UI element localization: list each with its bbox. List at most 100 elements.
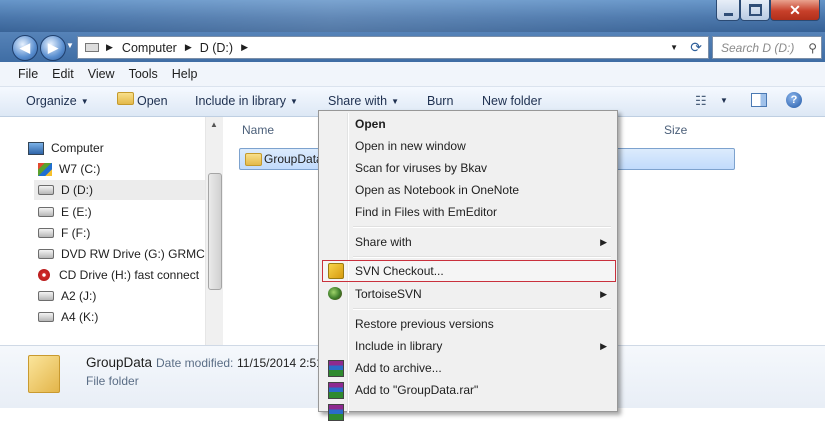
- refresh-icon[interactable]: ⟳: [690, 39, 702, 56]
- menu-item-add-rar[interactable]: Add to "GroupData.rar": [321, 379, 615, 401]
- nav-drive-k[interactable]: A4 (K:): [38, 307, 98, 327]
- window-title-bar[interactable]: ✕: [0, 0, 825, 32]
- menu-item-include-library[interactable]: Include in library ▶: [321, 335, 615, 357]
- view-options-icon[interactable]: ☷: [695, 93, 707, 109]
- removable-drive-icon: [38, 291, 54, 301]
- arrow-right-icon: ▶: [48, 40, 58, 55]
- help-icon[interactable]: ?: [786, 92, 802, 108]
- drive-breadcrumb-icon: [85, 43, 99, 52]
- nav-drive-label: A2 (J:): [61, 289, 97, 303]
- address-bar[interactable]: ▶ Computer ▶ D (D:) ▶ ▼ ⟳: [77, 36, 709, 59]
- view-dropdown-icon[interactable]: ▼: [720, 96, 728, 105]
- column-header-size[interactable]: Size: [664, 123, 687, 137]
- menu-item-label: Add to "GroupData.rar": [355, 383, 479, 397]
- column-header-name[interactable]: Name: [242, 123, 274, 137]
- forward-button[interactable]: ▶: [40, 35, 66, 61]
- menu-item-scan-viruses[interactable]: Scan for viruses by Bkav: [321, 157, 615, 179]
- menu-item-tortoisesvn[interactable]: TortoiseSVN ▶: [321, 283, 615, 305]
- nav-drive-e[interactable]: E (E:): [38, 202, 92, 222]
- menu-item-label: Find in Files with EmEditor: [355, 205, 498, 219]
- nav-drive-j[interactable]: A2 (J:): [38, 286, 96, 306]
- nav-drive-label: W7 (C:): [59, 162, 101, 176]
- menu-separator: [353, 226, 611, 228]
- scroll-up-icon[interactable]: ▲: [210, 120, 218, 129]
- svn-checkout-icon: [328, 263, 344, 279]
- minimize-icon: [723, 12, 733, 16]
- nav-drive-f[interactable]: F (F:): [38, 223, 90, 243]
- close-icon: ✕: [789, 1, 801, 18]
- address-row: ◀ ▶ ▼ ▶ Computer ▶ D (D:) ▶ ▼ ⟳ Search D…: [0, 32, 825, 62]
- hard-drive-icon: [38, 185, 54, 195]
- menu-edit[interactable]: Edit: [45, 67, 81, 81]
- nav-drive-label: A4 (K:): [61, 310, 99, 324]
- nav-scrollbar-thumb[interactable]: [208, 173, 222, 290]
- nav-drive-c[interactable]: W7 (C:): [38, 159, 100, 179]
- new-folder-button[interactable]: New folder: [482, 94, 542, 108]
- dropdown-icon: ▼: [290, 97, 298, 106]
- submenu-arrow-icon: ▶: [600, 288, 607, 299]
- dropdown-icon: ▼: [80, 97, 89, 106]
- menu-item-emeditor[interactable]: Find in Files with EmEditor: [321, 201, 615, 223]
- dropdown-icon: ▼: [391, 97, 399, 106]
- breadcrumb-separator-icon[interactable]: ▶: [241, 42, 248, 53]
- menu-separator: [353, 308, 611, 310]
- menu-item-label: Include in library: [355, 339, 443, 353]
- menu-help[interactable]: Help: [165, 67, 205, 81]
- minimize-button[interactable]: [716, 0, 740, 21]
- breadcrumb-computer[interactable]: Computer: [122, 41, 177, 55]
- menu-item-onenote[interactable]: Open as Notebook in OneNote: [321, 179, 615, 201]
- details-item-type: File folder: [86, 374, 139, 388]
- breadcrumb-separator-icon[interactable]: ▶: [185, 42, 192, 53]
- search-icon[interactable]: ⚲: [808, 41, 817, 55]
- nav-drive-d[interactable]: D (D:): [34, 180, 208, 200]
- nav-scrollbar[interactable]: ▲: [205, 117, 223, 345]
- menu-item-label: Add to archive...: [355, 361, 442, 375]
- winrar-icon: [328, 360, 344, 377]
- menu-separator: [353, 256, 611, 258]
- organize-label: Organize: [26, 94, 77, 108]
- menu-item-add-archive[interactable]: Add to archive...: [321, 357, 615, 379]
- open-button[interactable]: Open: [137, 94, 168, 108]
- search-input[interactable]: Search D (D:): [721, 41, 794, 55]
- preview-pane-icon[interactable]: [751, 93, 767, 107]
- file-row-name: GroupData: [264, 152, 323, 166]
- menu-item-partial[interactable]: [321, 401, 615, 423]
- maximize-button[interactable]: [740, 0, 770, 21]
- search-box[interactable]: Search D (D:) ⚲: [712, 36, 822, 59]
- submenu-arrow-icon: ▶: [600, 236, 607, 247]
- menu-view[interactable]: View: [81, 67, 122, 81]
- windows-drive-icon: [38, 162, 52, 176]
- breadcrumb-drive-d[interactable]: D (D:): [200, 41, 233, 55]
- include-in-library-button[interactable]: Include in library ▼: [195, 94, 298, 108]
- menu-item-share-with[interactable]: Share with ▶: [321, 231, 615, 253]
- close-button[interactable]: ✕: [770, 0, 820, 21]
- arrow-left-icon: ◀: [20, 40, 30, 55]
- menu-file[interactable]: File: [11, 67, 45, 81]
- menu-item-open-new-window[interactable]: Open in new window: [321, 135, 615, 157]
- nav-drive-label: DVD RW Drive (G:) GRMCUL: [61, 247, 221, 261]
- back-button[interactable]: ◀: [12, 35, 38, 61]
- address-dropdown-icon[interactable]: ▼: [670, 43, 678, 52]
- nav-drive-h[interactable]: CD Drive (H:) fast connect: [38, 265, 199, 285]
- menu-item-label: Scan for viruses by Bkav: [355, 161, 488, 175]
- open-folder-icon: [117, 92, 134, 108]
- cd-drive-icon: [38, 269, 50, 281]
- menu-item-svn-checkout[interactable]: SVN Checkout...: [322, 260, 616, 282]
- details-date-value: 11/15/2014 2:51: [237, 356, 323, 370]
- burn-button[interactable]: Burn: [427, 94, 453, 108]
- menu-item-label: Open as Notebook in OneNote: [355, 183, 520, 197]
- nav-drive-g[interactable]: DVD RW Drive (G:) GRMCUL: [38, 244, 220, 264]
- hard-drive-icon: [38, 207, 54, 217]
- nav-computer-label: Computer: [51, 141, 104, 155]
- menu-item-label: SVN Checkout...: [355, 264, 444, 278]
- organize-button[interactable]: Organize ▼: [26, 94, 89, 108]
- breadcrumb-separator-icon[interactable]: ▶: [106, 42, 113, 53]
- nav-computer[interactable]: Computer: [28, 138, 104, 158]
- menu-item-open[interactable]: Open: [321, 113, 615, 135]
- recent-pages-chevron-icon[interactable]: ▼: [66, 41, 74, 50]
- menu-item-restore-previous[interactable]: Restore previous versions: [321, 313, 615, 335]
- removable-drive-icon: [38, 312, 54, 322]
- share-with-button[interactable]: Share with ▼: [328, 94, 399, 108]
- nav-drive-label: CD Drive (H:) fast connect: [59, 268, 200, 282]
- menu-tools[interactable]: Tools: [122, 67, 165, 81]
